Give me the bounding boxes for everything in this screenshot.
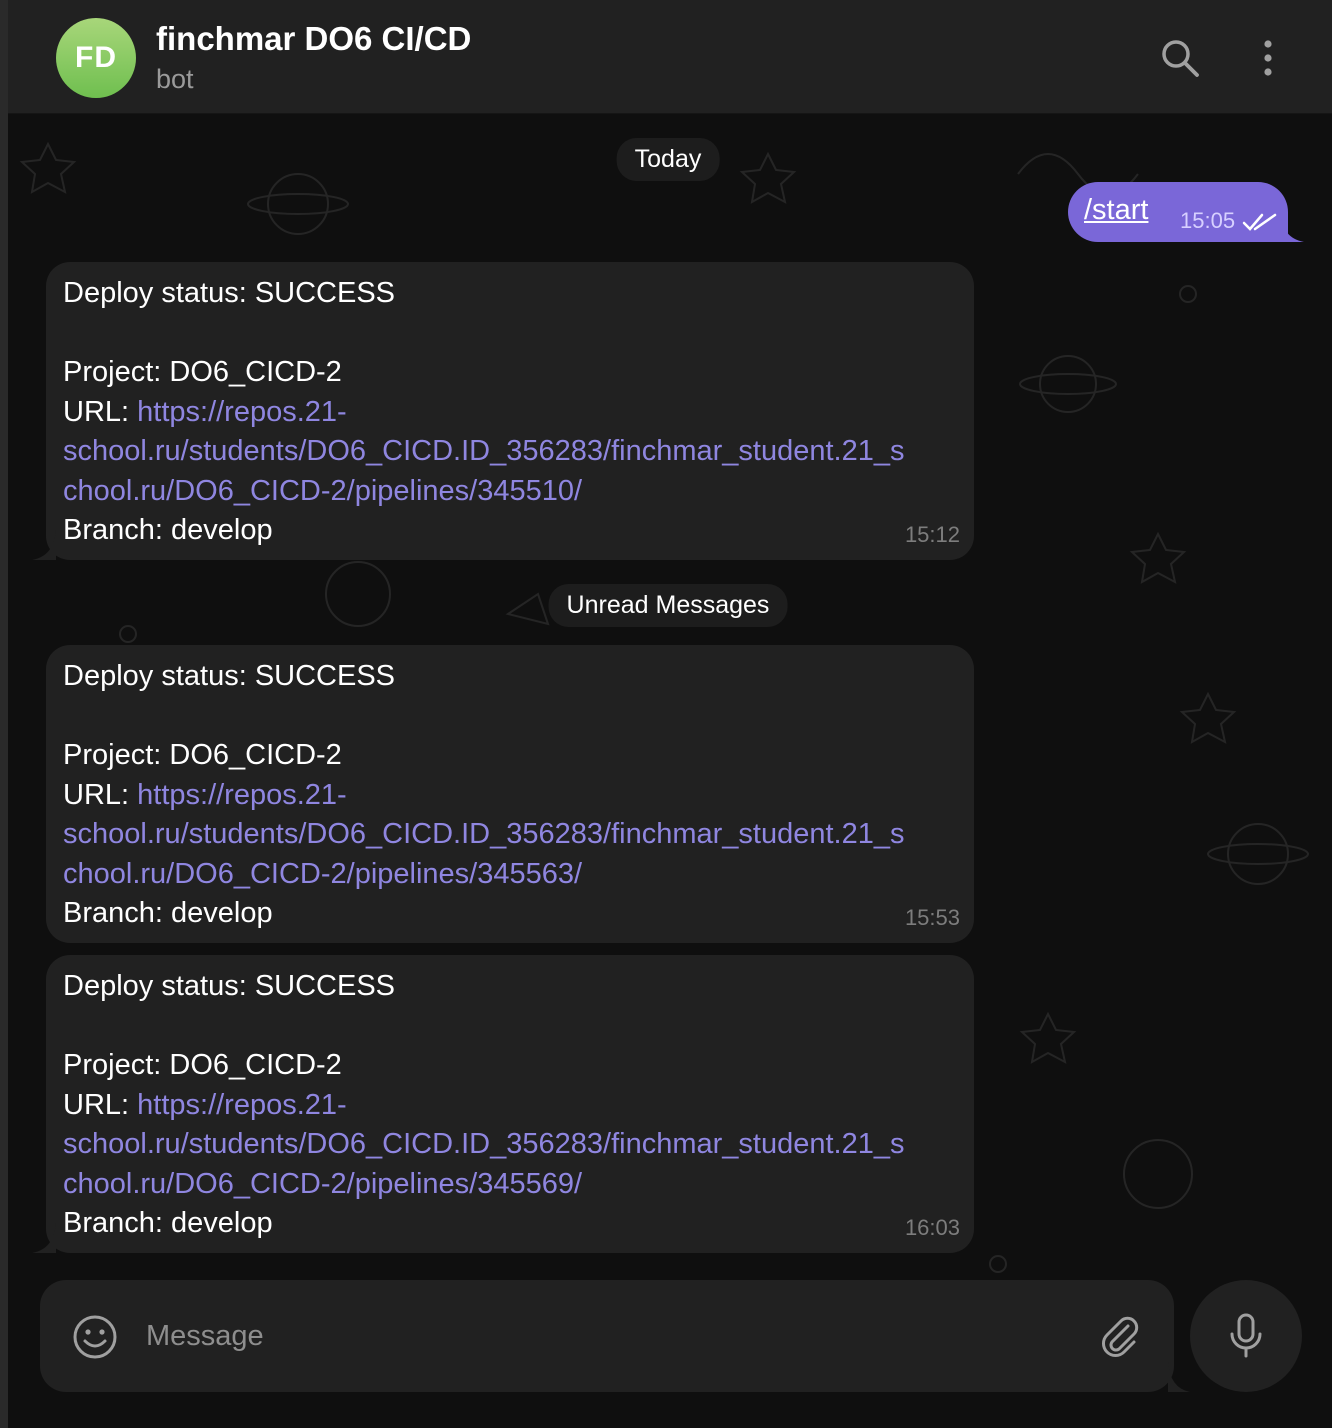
- emoji-icon: [73, 1315, 117, 1359]
- message-list[interactable]: Today /start 15:05 Deploy status: SUCCES…: [8, 114, 1332, 1428]
- deploy-status: Deploy status: SUCCESS: [63, 970, 396, 1002]
- project-line: Project: DO6_CICD-2: [63, 739, 342, 771]
- microphone-icon: [1230, 1313, 1262, 1358]
- incoming-message[interactable]: Deploy status: SUCCESS Project: DO6_CICD…: [32, 955, 974, 1253]
- branch-line: Branch: develop: [63, 1207, 273, 1239]
- chat-header: FD finchmar DO6 CI/CD bot: [8, 0, 1332, 114]
- pipeline-link[interactable]: school.ru/students/DO6_CICD.ID_356283/fi…: [63, 815, 954, 855]
- url-label: URL:: [63, 395, 138, 428]
- message-composer: [40, 1280, 1190, 1392]
- pipeline-link[interactable]: school.ru/students/DO6_CICD.ID_356283/fi…: [63, 1125, 954, 1165]
- more-vertical-icon: [1264, 40, 1272, 76]
- incoming-message[interactable]: Deploy status: SUCCESS Project: DO6_CICD…: [46, 645, 974, 943]
- voice-message-button[interactable]: [1190, 1280, 1302, 1392]
- attach-icon: [1102, 1316, 1139, 1357]
- chat-subtitle: bot: [156, 64, 194, 94]
- deploy-status: Deploy status: SUCCESS: [63, 660, 396, 692]
- unread-separator: Unread Messages: [548, 584, 788, 627]
- message-time: 15:53: [904, 904, 960, 930]
- project-line: Project: DO6_CICD-2: [63, 356, 342, 388]
- deploy-status: Deploy status: SUCCESS: [63, 277, 396, 309]
- emoji-button[interactable]: [70, 1312, 120, 1362]
- pipeline-link[interactable]: chool.ru/DO6_CICD-2/pipelines/345563/: [63, 855, 954, 895]
- attach-button[interactable]: [1094, 1310, 1146, 1362]
- message-time: 15:12: [904, 521, 960, 547]
- pipeline-link[interactable]: https://repos.21-: [137, 779, 347, 811]
- pipeline-link[interactable]: school.ru/students/DO6_CICD.ID_356283/fi…: [63, 432, 954, 472]
- incoming-message[interactable]: Deploy status: SUCCESS Project: DO6_CICD…: [32, 262, 974, 560]
- outgoing-message[interactable]: /start 15:05: [1068, 182, 1304, 242]
- project-line: Project: DO6_CICD-2: [63, 1049, 342, 1081]
- bubble-tail: [1280, 212, 1304, 242]
- search-button[interactable]: [1154, 30, 1206, 86]
- telegram-window: FD finchmar DO6 CI/CD bot Today /start 1…: [0, 0, 1332, 1428]
- double-check-icon: [1242, 213, 1277, 231]
- message-time: 16:03: [904, 1214, 960, 1240]
- search-icon: [1162, 40, 1199, 77]
- pipeline-link[interactable]: https://repos.21-: [137, 1089, 347, 1121]
- date-separator: Today: [616, 138, 720, 181]
- url-label: URL:: [63, 1088, 138, 1121]
- bubble-tail: [32, 1223, 56, 1253]
- branch-line: Branch: develop: [63, 514, 273, 546]
- avatar[interactable]: FD: [56, 18, 136, 98]
- bubble-tail: [32, 530, 56, 560]
- branch-line: Branch: develop: [63, 897, 273, 929]
- message-input[interactable]: [144, 1310, 1068, 1362]
- window-edge: [0, 0, 8, 1428]
- chat-title[interactable]: finchmar DO6 CI/CD: [156, 20, 471, 58]
- url-label: URL:: [63, 778, 138, 811]
- pipeline-link[interactable]: https://repos.21-: [137, 396, 347, 428]
- pipeline-link[interactable]: chool.ru/DO6_CICD-2/pipelines/345569/: [63, 1165, 954, 1205]
- message-time: 15:05: [1180, 208, 1236, 233]
- start-command-link[interactable]: /start: [1084, 194, 1148, 227]
- pipeline-link[interactable]: chool.ru/DO6_CICD-2/pipelines/345510/: [63, 472, 954, 512]
- more-button[interactable]: [1242, 30, 1294, 86]
- composer-tail: [1168, 1362, 1190, 1392]
